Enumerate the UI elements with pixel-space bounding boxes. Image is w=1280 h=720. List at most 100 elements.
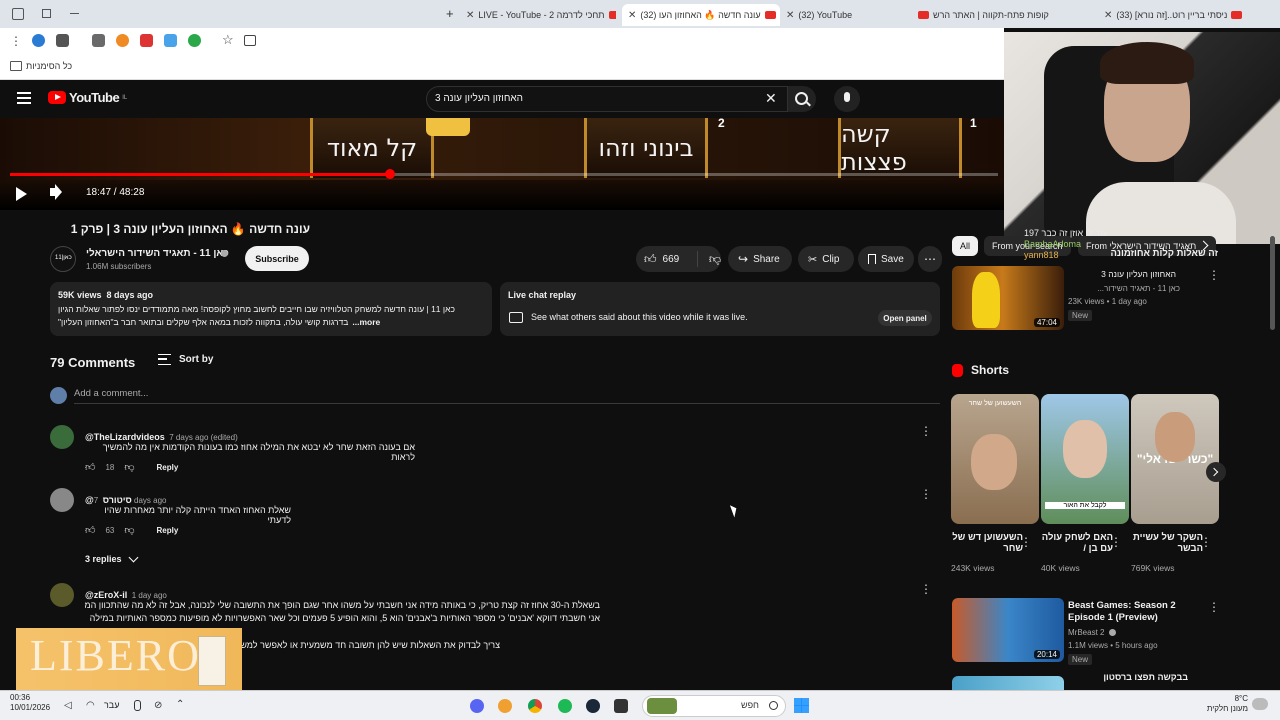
perfume-ad-overlay[interactable]: LIBERO <box>16 628 242 690</box>
file-explorer-icon[interactable] <box>614 699 628 713</box>
extension-green-icon[interactable] <box>188 34 201 47</box>
keyboard-language[interactable]: עבר <box>104 700 119 710</box>
shorts-next-button[interactable] <box>1206 462 1226 482</box>
like-button[interactable]: 👍︎ 669 <box>636 251 698 267</box>
close-icon[interactable]: ✕ <box>786 10 794 21</box>
youtube-logo[interactable]: YouTube IL <box>48 90 127 105</box>
discord-icon[interactable] <box>470 699 484 713</box>
close-icon[interactable]: ✕ <box>628 10 636 21</box>
chip-all[interactable]: All <box>952 236 979 256</box>
video-menu-icon[interactable]: ⋮ <box>1208 268 1220 282</box>
channel-name[interactable]: כאן 11 - תאגיד השידור הישראלי <box>86 248 229 259</box>
more-link[interactable]: ...more <box>352 317 380 327</box>
close-icon[interactable]: ✕ <box>466 10 474 21</box>
tray-overflow-icon[interactable]: ⌃ <box>176 699 184 710</box>
short-menu-icon[interactable]: ⋮ <box>1020 535 1032 549</box>
extension-list-icon[interactable] <box>56 34 69 47</box>
close-icon[interactable]: ✕ <box>1104 10 1112 21</box>
comment-menu-icon[interactable]: ⋮ <box>920 487 932 501</box>
kebab-menu-icon[interactable]: ⋮ <box>10 34 22 48</box>
tab-petah-tikva[interactable]: קופות פתח-תקווה | האתר הרש <box>918 4 1096 26</box>
commenter-avatar[interactable] <box>50 583 74 607</box>
new-tab-icon[interactable]: + <box>446 6 454 21</box>
thumbs-up-icon[interactable]: 👍︎ <box>85 524 95 536</box>
commenter-avatar[interactable] <box>50 488 74 512</box>
extension-red-icon[interactable] <box>140 34 153 47</box>
share-button[interactable]: ↪ Share <box>728 246 792 272</box>
search-button[interactable] <box>788 86 816 112</box>
channel-avatar[interactable]: כאן|11 <box>50 246 76 272</box>
restore-icon[interactable] <box>42 9 51 18</box>
reply-button[interactable]: Reply <box>157 526 179 535</box>
save-button[interactable]: Save <box>858 246 914 272</box>
comment-author[interactable]: @zEroX-il <box>85 590 127 600</box>
comment-menu-icon[interactable]: ⋮ <box>920 424 932 438</box>
related-video-title[interactable]: בבקשה תפצו ברסטון <box>1068 672 1188 682</box>
clock[interactable]: 00:36 10/01/2026 <box>10 693 50 713</box>
tab-brainrot[interactable]: ✕ (33) ניסתי בריין רוט..[זה נורא] <box>1104 4 1254 26</box>
replies-toggle[interactable]: 3 replies <box>85 552 138 564</box>
short-title[interactable]: האם לשחק עולה עם בן / <box>1041 532 1113 554</box>
network-icon[interactable]: ◠ <box>86 700 95 711</box>
related-video-title[interactable]: זה שאלות קלות אחוזמונה <box>1072 248 1218 259</box>
short-menu-icon[interactable]: ⋮ <box>1110 535 1122 549</box>
bookmark-star-icon[interactable]: ☆ <box>222 32 234 48</box>
window-menu-icon[interactable] <box>12 8 24 20</box>
thumbs-down-icon[interactable]: 👎︎ <box>124 524 134 536</box>
search-input[interactable]: האחוזון העליון עונה 3 <box>435 93 523 104</box>
all-bookmarks-link[interactable]: כל הסימניות <box>10 61 72 71</box>
extension-blue-icon[interactable] <box>164 34 177 47</box>
search-box[interactable]: האחוזון העליון עונה 3 ✕ <box>426 86 788 112</box>
short-thumbnail[interactable]: "כשר ישראלי" <box>1131 394 1219 524</box>
comment-author[interactable]: @סיטורס <box>85 495 132 505</box>
speaker-icon[interactable]: ◁ <box>64 700 72 711</box>
app-icon[interactable] <box>498 699 512 713</box>
clear-search-icon[interactable]: ✕ <box>765 90 777 107</box>
tab-youtube[interactable]: ✕ (32) YouTube <box>786 4 906 26</box>
sort-by-button[interactable]: Sort by <box>158 354 213 365</box>
video-menu-icon[interactable]: ⋮ <box>1208 600 1220 614</box>
related-video-thumbnail[interactable] <box>952 676 1064 690</box>
related-video-thumbnail[interactable]: 47:04 <box>952 266 1064 330</box>
short-title[interactable]: השעשוען דש של שחר <box>951 532 1023 554</box>
extension-orange-icon[interactable] <box>116 34 129 47</box>
commenter-avatar[interactable] <box>50 425 74 449</box>
screenshot-icon[interactable] <box>244 35 256 46</box>
subscribe-button[interactable]: Subscribe <box>245 246 309 271</box>
short-thumbnail[interactable]: לקבל את האור <box>1041 394 1129 524</box>
extension-globe-icon[interactable] <box>32 34 45 47</box>
comment-author[interactable]: @TheLizardvideos <box>85 432 165 442</box>
related-video-thumbnail[interactable]: 20:14 <box>952 598 1064 662</box>
description-card[interactable]: 59K views 8 days ago כאן 11 | עונה חדשה … <box>50 282 492 336</box>
microphone-icon[interactable] <box>134 700 141 711</box>
notifications-off-icon[interactable]: ⊘ <box>154 700 162 711</box>
related-video-title[interactable]: Beast Games: Season 2 Episode 1 (Preview… <box>1068 600 1208 624</box>
minimize-icon[interactable] <box>70 13 79 14</box>
tab-current-video[interactable]: ✕ (32) עונה חדשה 🔥 האחוזון העו <box>622 4 780 26</box>
extensions-puzzle-icon[interactable] <box>92 34 105 47</box>
add-comment-input[interactable]: Add a comment... <box>74 388 940 404</box>
short-title[interactable]: השקר של עשיית הבשר <box>1131 532 1203 554</box>
hamburger-menu-icon[interactable] <box>17 92 31 104</box>
video-player[interactable]: קל מאוד בינוני וזהו 2 קשה פצצות 1 18:47 … <box>0 118 1004 210</box>
clip-button[interactable]: ✂ Clip <box>798 246 854 272</box>
play-button[interactable] <box>16 187 27 201</box>
steam-icon[interactable] <box>586 699 600 713</box>
voice-search-button[interactable] <box>834 86 860 112</box>
weather-widget[interactable]: 8°C מעונן חלקית <box>1196 694 1248 714</box>
spotify-icon[interactable] <box>558 699 572 713</box>
progress-bar[interactable] <box>10 169 998 179</box>
taskbar-search-box[interactable]: חפש <box>642 695 786 717</box>
windows-start-icon[interactable] <box>794 698 809 713</box>
open-panel-button[interactable]: Open panel <box>878 310 932 326</box>
tab-live[interactable]: ✕ LIVE - YouTube - 2 תחכי לדרמה <box>466 4 616 26</box>
short-menu-icon[interactable]: ⋮ <box>1200 535 1212 549</box>
reply-button[interactable]: Reply <box>157 463 179 472</box>
thumbs-up-icon[interactable]: 👍︎ <box>85 461 95 473</box>
short-thumbnail[interactable]: השעשוען של שחר <box>951 394 1039 524</box>
dislike-button[interactable]: 👎︎ <box>703 252 721 267</box>
comment-menu-icon[interactable]: ⋮ <box>920 582 932 596</box>
thumbs-down-icon[interactable]: 👎︎ <box>124 461 134 473</box>
more-actions-button[interactable]: ⋯ <box>918 246 942 272</box>
chrome-icon[interactable] <box>528 699 542 713</box>
